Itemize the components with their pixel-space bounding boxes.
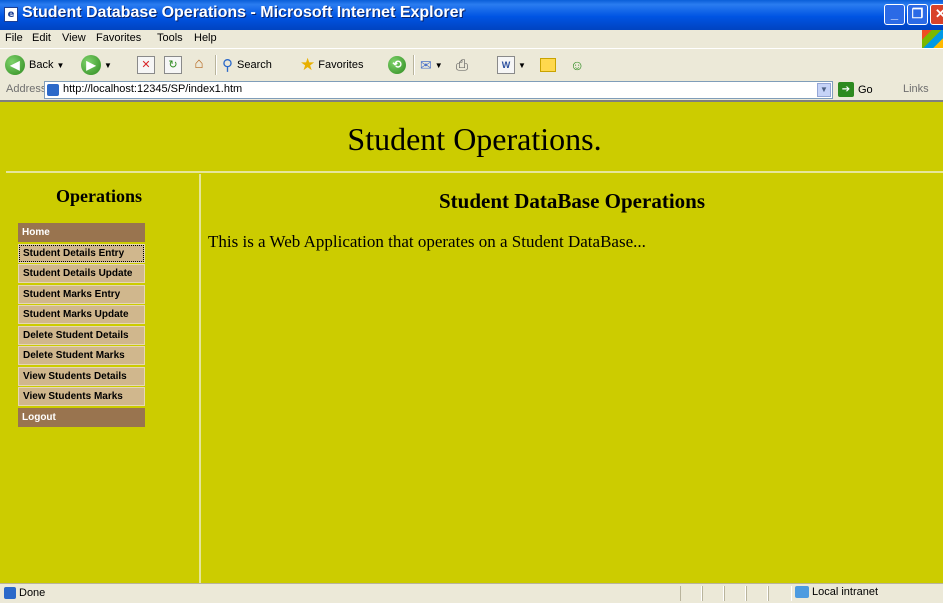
menu-bar: File Edit View Favorites Tools Help	[0, 30, 943, 48]
browser-toolbar: ◀ Back ▼ ▶ ▼ ✕ ↻ ⌂ ⚲ Search ★ Favorites …	[0, 48, 943, 80]
search-label: Search	[237, 59, 272, 71]
stop-button[interactable]: ✕	[137, 54, 155, 76]
menu-item-delete-student-marks[interactable]: Delete Student Marks	[18, 346, 145, 365]
intranet-globe-icon	[795, 586, 809, 598]
close-button[interactable]: ✕	[930, 4, 943, 25]
sidebar-heading: Operations	[55, 186, 142, 206]
home-button[interactable]: ⌂	[190, 54, 208, 76]
address-url[interactable]: http://localhost:12345/SP/index1.htm	[63, 83, 242, 95]
menu-edit[interactable]: Edit	[32, 32, 51, 44]
messenger-button[interactable]: ☺	[570, 54, 584, 76]
history-button[interactable]: ⟲	[388, 54, 406, 76]
menu-tools[interactable]: Tools	[157, 32, 183, 44]
back-button[interactable]: ◀ Back ▼	[5, 54, 64, 76]
word-edit-icon: W	[497, 56, 515, 74]
status-panel	[746, 586, 768, 601]
menu-item-student-marks-entry[interactable]: Student Marks Entry	[18, 284, 145, 304]
history-icon: ⟲	[388, 56, 406, 74]
menu-item-student-details-entry[interactable]: Student Details Entry	[18, 243, 145, 263]
favorites-label: Favorites	[318, 59, 364, 71]
favorites-button[interactable]: ★ Favorites	[300, 54, 364, 76]
menu-file[interactable]: File	[5, 32, 23, 44]
go-label: Go	[858, 83, 873, 96]
zone-label: Local intranet	[812, 586, 879, 598]
status-panel	[724, 586, 746, 601]
address-dropdown-icon[interactable]: ▼	[817, 83, 831, 97]
back-arrow-icon: ◀	[5, 55, 25, 75]
menu-help[interactable]: Help	[194, 32, 217, 44]
ie-page-icon: e	[4, 7, 18, 22]
refresh-icon: ↻	[164, 56, 182, 74]
window-title: Student Database Operations - Microsoft …	[22, 4, 465, 21]
menu-item-logout[interactable]: Logout	[18, 407, 145, 427]
toolbar-separator	[413, 55, 415, 75]
main-heading: Student DataBase Operations	[438, 189, 706, 213]
page-viewport: Student Operations. Operations Home Stud…	[0, 100, 943, 583]
search-button[interactable]: ⚲ Search	[222, 54, 272, 76]
forward-arrow-icon: ▶	[81, 55, 101, 75]
go-arrow-icon: ➔	[838, 82, 854, 97]
mail-icon: ✉	[420, 56, 432, 73]
status-bar: Done Local intranet	[0, 583, 943, 603]
printer-icon: ⎙	[456, 56, 469, 74]
messenger-icon: ☺	[570, 57, 585, 73]
page-banner: Student Operations.	[6, 102, 943, 173]
refresh-button[interactable]: ↻	[164, 54, 182, 76]
menu-item-view-students-marks[interactable]: View Students Marks	[18, 387, 145, 406]
status-text: Done	[19, 587, 46, 599]
security-zone[interactable]: Local intranet	[795, 586, 878, 598]
address-label: Address	[6, 83, 47, 95]
mail-dropdown-icon[interactable]: ▼	[435, 61, 443, 70]
mail-button[interactable]: ✉ ▼	[420, 54, 443, 76]
menu-item-view-students-details[interactable]: View Students Details	[18, 366, 145, 386]
go-button[interactable]: ➔ Go	[838, 82, 873, 97]
window-titlebar[interactable]: e Student Database Operations - Microsof…	[0, 0, 943, 30]
banner-title: Student Operations.	[347, 121, 602, 157]
status-panel	[702, 586, 724, 601]
discuss-button[interactable]	[540, 54, 556, 76]
menu-item-student-marks-update[interactable]: Student Marks Update	[18, 305, 145, 324]
folder-icon	[540, 58, 556, 72]
print-button[interactable]: ⎙	[456, 54, 468, 76]
forward-button[interactable]: ▶ ▼	[81, 54, 112, 76]
page-done-icon	[4, 587, 16, 599]
status-panel	[768, 586, 792, 601]
edit-dropdown-icon[interactable]: ▼	[518, 61, 526, 70]
favorites-star-icon: ★	[300, 55, 316, 74]
address-input[interactable]: http://localhost:12345/SP/index1.htm ▼	[44, 81, 833, 99]
forward-dropdown-icon[interactable]: ▼	[104, 61, 112, 70]
main-description: This is a Web Application that operates …	[208, 232, 646, 251]
menu-item-student-details-update[interactable]: Student Details Update	[18, 264, 145, 283]
back-label: Back	[29, 59, 54, 71]
operations-menu: Home Student Details Entry Student Detai…	[18, 223, 145, 428]
edit-button[interactable]: W ▼	[497, 54, 526, 76]
search-icon: ⚲	[222, 57, 233, 74]
minimize-button[interactable]: _	[884, 4, 905, 25]
menu-view[interactable]: View	[62, 32, 86, 44]
address-bar: Address http://localhost:12345/SP/index1…	[0, 80, 943, 100]
windows-logo-icon	[922, 30, 943, 48]
page-icon	[47, 84, 59, 96]
back-dropdown-icon[interactable]: ▼	[56, 61, 64, 70]
links-button[interactable]: Links	[903, 83, 929, 95]
sidebar-divider	[199, 174, 201, 583]
menu-favorites[interactable]: Favorites	[96, 32, 141, 44]
menu-item-delete-student-details[interactable]: Delete Student Details	[18, 325, 145, 345]
home-icon: ⌂	[194, 55, 204, 72]
toolbar-separator	[215, 55, 217, 75]
maximize-button[interactable]: ❐	[907, 4, 928, 25]
menu-item-home[interactable]: Home	[18, 223, 145, 242]
stop-icon: ✕	[137, 56, 155, 74]
status-panel	[680, 586, 702, 601]
